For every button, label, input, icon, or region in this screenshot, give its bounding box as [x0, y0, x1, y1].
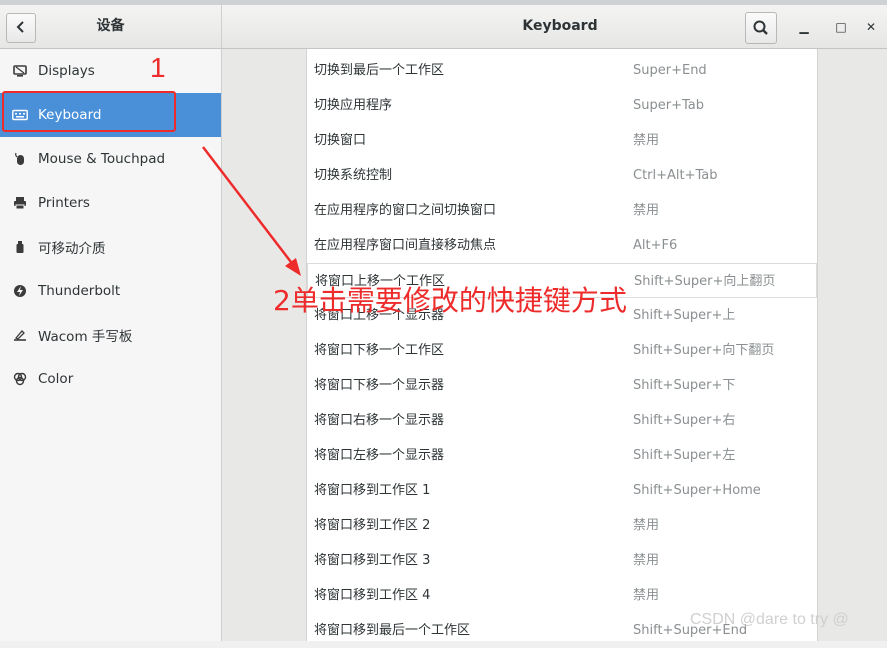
- shortcut-row[interactable]: 在应用程序的窗口之间切换窗口 禁用: [307, 193, 817, 228]
- sidebar-item-wacom[interactable]: Wacom 手写板: [0, 313, 221, 357]
- thunderbolt-icon: [12, 283, 28, 299]
- shortcut-name: 切换窗口: [314, 133, 367, 148]
- shortcut-name: 将窗口移到工作区 4: [314, 588, 431, 603]
- back-button[interactable]: [6, 13, 36, 43]
- shortcut-row[interactable]: 切换到最后一个工作区 Super+End: [307, 53, 817, 88]
- shortcut-name: 切换系统控制: [314, 168, 393, 183]
- search-icon: [753, 20, 768, 35]
- settings-window: 设备 Keyboard ▁ □ ✕ Displays Keyboard Mous…: [0, 0, 887, 641]
- wacom-icon: [12, 327, 28, 343]
- header-bar: 设备 Keyboard ▁ □ ✕: [0, 5, 887, 49]
- search-button[interactable]: [745, 12, 777, 44]
- shortcut-row[interactable]: 将窗口下移一个工作区 Shift+Super+向下翻页: [307, 333, 817, 368]
- chevron-left-icon: [16, 19, 26, 38]
- shortcut-key: 禁用: [633, 553, 660, 568]
- shortcut-name: 将窗口移到工作区 3: [314, 553, 431, 568]
- shortcut-name: 将窗口右移一个显示器: [314, 413, 445, 428]
- shortcut-row[interactable]: 将窗口移到工作区 3 禁用: [307, 543, 817, 578]
- shortcut-row[interactable]: 将窗口移到工作区 2 禁用: [307, 508, 817, 543]
- header-left-pane: 设备: [0, 5, 222, 48]
- shortcut-row[interactable]: 将窗口移到工作区 4 禁用: [307, 578, 817, 613]
- shortcut-key: 禁用: [633, 518, 660, 533]
- shortcut-key: Shift+Super+Home: [633, 483, 761, 498]
- shortcut-key: 禁用: [633, 133, 660, 148]
- shortcut-name: 在应用程序的窗口之间切换窗口: [314, 203, 497, 218]
- removable-media-icon: [12, 239, 28, 255]
- color-icon: [12, 371, 28, 387]
- shortcut-row[interactable]: 在应用程序窗口间直接移动焦点 Alt+F6: [307, 228, 817, 263]
- shortcut-key: Super+Tab: [633, 98, 704, 113]
- sidebar-item-label: Printers: [38, 195, 90, 211]
- minimize-button[interactable]: ▁: [795, 18, 813, 36]
- shortcut-row[interactable]: 将窗口左移一个显示器 Shift+Super+左: [307, 438, 817, 473]
- shortcut-key: Shift+Super+下: [633, 378, 736, 393]
- shortcut-key: Shift+Super+向上翻页: [634, 274, 776, 289]
- shortcut-row[interactable]: 切换窗口 禁用: [307, 123, 817, 158]
- sidebar-item-thunderbolt[interactable]: Thunderbolt: [0, 269, 221, 313]
- shortcut-key: Ctrl+Alt+Tab: [633, 168, 718, 183]
- shortcut-key: 禁用: [633, 588, 660, 603]
- shortcut-key: Alt+F6: [633, 238, 678, 253]
- maximize-button[interactable]: □: [832, 18, 850, 36]
- sidebar-item-displays[interactable]: Displays: [0, 49, 221, 93]
- shortcut-list: 切换到最后一个工作区 Super+End 切换应用程序 Super+Tab 切换窗口…: [306, 49, 818, 641]
- display-icon: [12, 63, 28, 79]
- sidebar-item-printers[interactable]: Printers: [0, 181, 221, 225]
- sidebar-item-label: Mouse & Touchpad: [38, 151, 166, 167]
- page-title: Keyboard: [522, 18, 598, 34]
- annotation-highlight-box: [2, 91, 176, 132]
- shortcut-key: Shift+Super+向下翻页: [633, 343, 775, 358]
- sidebar-item-removable-media[interactable]: 可移动介质: [0, 225, 221, 269]
- sidebar-item-label: Wacom 手写板: [38, 329, 133, 345]
- shortcut-key: Super+End: [633, 63, 707, 78]
- mouse-icon: [12, 151, 28, 167]
- shortcut-row[interactable]: 将窗口下移一个显示器 Shift+Super+下: [307, 368, 817, 403]
- shortcut-row[interactable]: 切换应用程序 Super+Tab: [307, 88, 817, 123]
- annotation-step-2: 2单击需要修改的快捷键方式: [273, 284, 627, 317]
- shortcut-name: 切换应用程序: [314, 98, 393, 113]
- sidebar-item-label: 可移动介质: [38, 241, 106, 257]
- shortcut-key: Shift+Super+左: [633, 448, 736, 463]
- sidebar-item-color[interactable]: Color: [0, 357, 221, 401]
- shortcut-name: 切换到最后一个工作区: [314, 63, 445, 78]
- close-button[interactable]: ✕: [862, 18, 880, 36]
- sidebar-item-mouse[interactable]: Mouse & Touchpad: [0, 137, 221, 181]
- sidebar-item-label: Color: [38, 371, 74, 387]
- shortcut-key: Shift+Super+右: [633, 413, 736, 428]
- shortcut-name: 将窗口左移一个显示器: [314, 448, 445, 463]
- shortcut-name: 将窗口移到工作区 2: [314, 518, 431, 533]
- shortcut-name: 在应用程序窗口间直接移动焦点: [314, 238, 497, 253]
- shortcut-key: Shift+Super+上: [633, 308, 736, 323]
- sidebar: Displays Keyboard Mouse & Touchpad Print…: [0, 49, 222, 641]
- annotation-step-1: 1: [150, 52, 166, 83]
- shortcut-name: 将窗口下移一个工作区: [314, 343, 445, 358]
- shortcut-row[interactable]: 切换系统控制 Ctrl+Alt+Tab: [307, 158, 817, 193]
- printer-icon: [12, 195, 28, 211]
- content-area: 切换到最后一个工作区 Super+End 切换应用程序 Super+Tab 切换窗口…: [222, 49, 887, 641]
- shortcut-name: 将窗口移到工作区 1: [314, 483, 431, 498]
- shortcut-row[interactable]: 将窗口右移一个显示器 Shift+Super+右: [307, 403, 817, 438]
- shortcut-name: 将窗口移到最后一个工作区: [314, 623, 471, 638]
- shortcut-row[interactable]: 将窗口移到工作区 1 Shift+Super+Home: [307, 473, 817, 508]
- shortcut-key: 禁用: [633, 203, 660, 218]
- watermark: CSDN @dare to try @: [690, 611, 849, 628]
- sidebar-item-label: Thunderbolt: [38, 283, 121, 299]
- shortcut-name: 将窗口下移一个显示器: [314, 378, 445, 393]
- sidebar-item-label: Displays: [38, 63, 95, 79]
